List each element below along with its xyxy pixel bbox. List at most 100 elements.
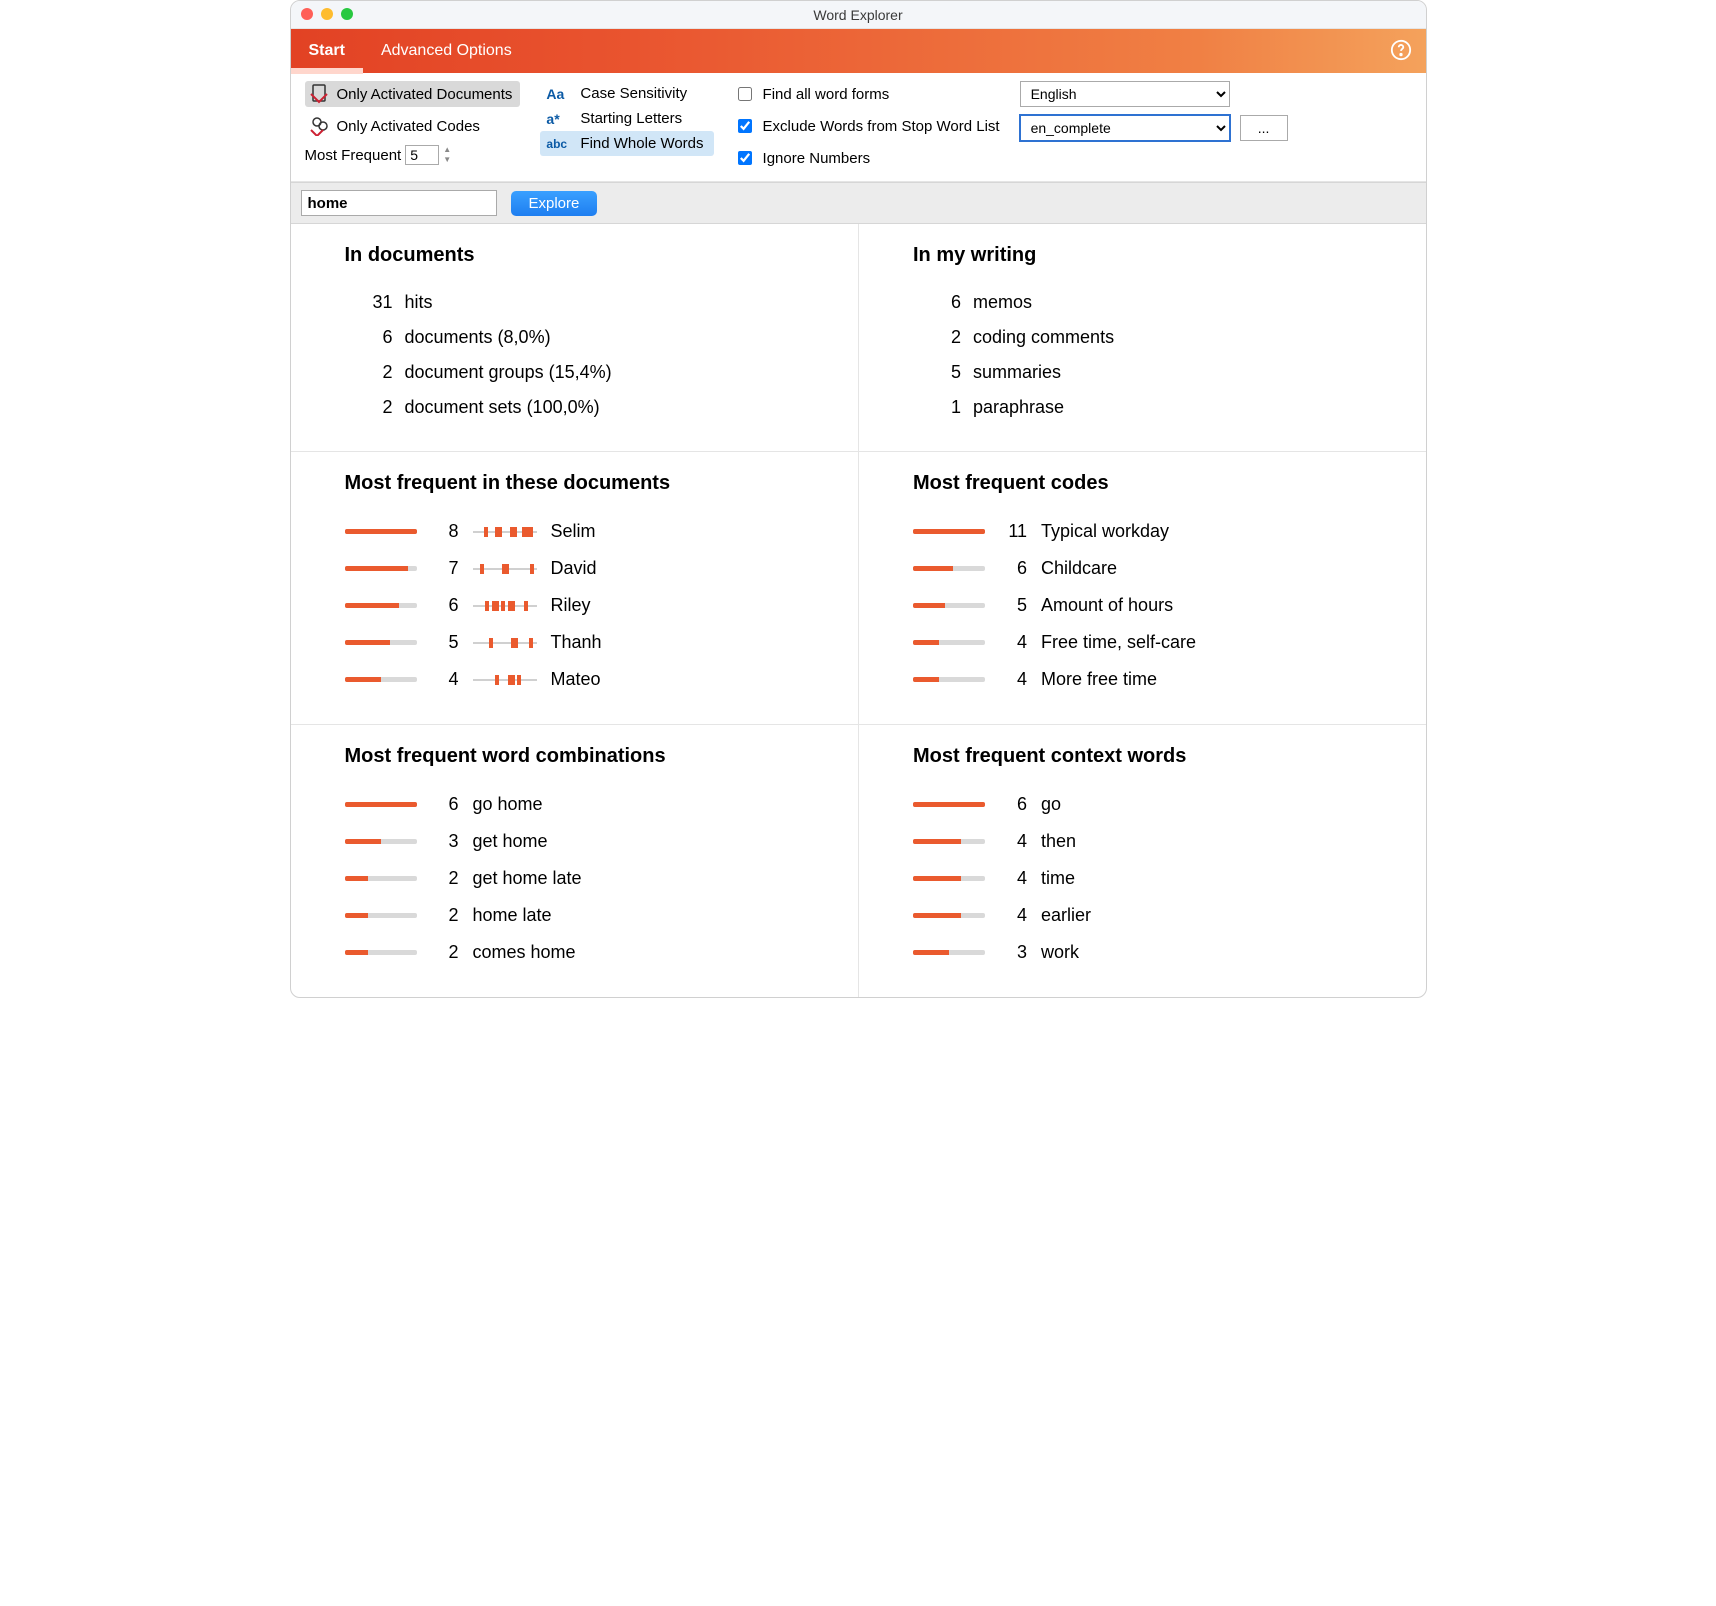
panel-title: Most frequent codes: [913, 472, 1396, 495]
distribution-spark: [473, 636, 537, 650]
stat-count: 2: [925, 327, 961, 348]
check-label: Find all word forms: [763, 86, 890, 103]
stat-line[interactable]: 1paraphrase: [913, 390, 1396, 425]
bar-line[interactable]: 2 home late: [345, 897, 829, 934]
results-grid: In documents 31hits6documents (8,0%)2doc…: [291, 224, 1426, 997]
search-input[interactable]: [301, 190, 497, 216]
language-select[interactable]: English: [1020, 81, 1230, 107]
bar-count: 5: [431, 632, 459, 653]
bar-line[interactable]: 4then: [913, 823, 1396, 860]
frequency-bar: [345, 603, 417, 608]
toggle-label: Only Activated Codes: [337, 118, 480, 135]
frequency-bar: [913, 839, 985, 844]
check-label: Exclude Words from Stop Word List: [763, 118, 1000, 135]
only-activated-codes-toggle[interactable]: Only Activated Codes: [305, 113, 521, 139]
bar-label: comes home: [473, 942, 576, 963]
app-window: Word Explorer Start Advanced Options Onl…: [290, 0, 1427, 998]
bar-label: Thanh: [551, 632, 602, 653]
search-bar: Explore: [291, 182, 1426, 224]
stat-count: 1: [925, 397, 961, 418]
bar-label: Mateo: [551, 669, 601, 690]
stat-line[interactable]: 5summaries: [913, 355, 1396, 390]
bar-line[interactable]: 11Typical workday: [913, 513, 1396, 550]
bar-line[interactable]: 8 Selim: [345, 513, 829, 550]
panel-title: Most frequent word combinations: [345, 745, 829, 768]
mode-case-sensitivity[interactable]: Aa Case Sensitivity: [540, 81, 713, 106]
stat-line[interactable]: 6memos: [913, 285, 1396, 320]
tab-start[interactable]: Start: [291, 29, 363, 73]
bar-count: 7: [431, 558, 459, 579]
bar-line[interactable]: 5Amount of hours: [913, 587, 1396, 624]
stoplist-select[interactable]: en_complete: [1020, 115, 1230, 141]
find-all-word-forms-check[interactable]: Find all word forms: [734, 81, 1000, 107]
bar-line[interactable]: 6go: [913, 786, 1396, 823]
frequency-bar: [345, 839, 417, 844]
most-frequent-stepper[interactable]: ▲ ▼: [443, 146, 451, 164]
most-frequent-label: Most Frequent: [305, 147, 402, 164]
bar-line[interactable]: 4More free time: [913, 661, 1396, 698]
bar-line[interactable]: 6Riley: [345, 587, 829, 624]
mode-find-whole-words[interactable]: abc Find Whole Words: [540, 131, 713, 156]
bar-label: earlier: [1041, 905, 1091, 926]
close-window-button[interactable]: [301, 8, 313, 20]
checkbox[interactable]: [738, 119, 752, 133]
bar-count: 2: [431, 868, 459, 889]
bar-line[interactable]: 6go home: [345, 786, 829, 823]
bar-count: 6: [431, 794, 459, 815]
frequency-bar: [913, 529, 985, 534]
bar-line[interactable]: 2get home late: [345, 860, 829, 897]
bar-label: Childcare: [1041, 558, 1117, 579]
stat-count: 2: [357, 397, 393, 418]
bar-line[interactable]: 4Free time, self-care: [913, 624, 1396, 661]
bar-line[interactable]: 5 Thanh: [345, 624, 829, 661]
bar-label: Selim: [551, 521, 596, 542]
bar-line[interactable]: 6 Childcare: [913, 550, 1396, 587]
checkbox[interactable]: [738, 87, 752, 101]
stat-line[interactable]: 2document groups (15,4%): [345, 355, 829, 390]
mode-column: Aa Case Sensitivity a* Starting Letters …: [540, 81, 713, 156]
bar-line[interactable]: 4 Mateo: [345, 661, 829, 698]
case-sensitivity-icon: Aa: [546, 86, 572, 102]
tab-advanced-options[interactable]: Advanced Options: [363, 29, 530, 73]
window-title: Word Explorer: [291, 1, 1426, 29]
stat-line[interactable]: 2document sets (100,0%): [345, 390, 829, 425]
stoplist-more-button[interactable]: ...: [1240, 115, 1288, 141]
most-frequent-input[interactable]: [405, 145, 439, 165]
ignore-numbers-check[interactable]: Ignore Numbers: [734, 145, 1000, 171]
bar-count: 4: [999, 669, 1027, 690]
check-label: Ignore Numbers: [763, 150, 871, 167]
explore-button[interactable]: Explore: [511, 191, 598, 216]
ribbon: Start Advanced Options: [291, 29, 1426, 73]
minimize-window-button[interactable]: [321, 8, 333, 20]
bar-line[interactable]: 3work: [913, 934, 1396, 971]
bar-line[interactable]: 4time: [913, 860, 1396, 897]
bar-label: get home: [473, 831, 548, 852]
bar-label: David: [551, 558, 597, 579]
help-icon[interactable]: [1390, 39, 1412, 61]
mode-starting-letters[interactable]: a* Starting Letters: [540, 106, 713, 131]
panel-most-frequent-context: Most frequent context words 6go4then4tim…: [858, 725, 1426, 997]
stat-line[interactable]: 6documents (8,0%): [345, 320, 829, 355]
bar-line[interactable]: 2comes home: [345, 934, 829, 971]
bar-label: home late: [473, 905, 552, 926]
tab-label: Advanced Options: [381, 42, 512, 60]
only-activated-documents-toggle[interactable]: Only Activated Documents: [305, 81, 521, 107]
bar-count: 8: [431, 521, 459, 542]
bar-label: go: [1041, 794, 1061, 815]
checkbox[interactable]: [738, 151, 752, 165]
bar-count: 4: [431, 669, 459, 690]
frequency-bar: [913, 876, 985, 881]
panel-most-frequent-combos: Most frequent word combinations 6go home…: [291, 725, 859, 997]
bar-count: 6: [999, 558, 1027, 579]
stat-line[interactable]: 31hits: [345, 285, 829, 320]
distribution-spark: [473, 562, 537, 576]
frequency-bar: [345, 677, 417, 682]
stat-line[interactable]: 2coding comments: [913, 320, 1396, 355]
bar-line[interactable]: 7 David: [345, 550, 829, 587]
bar-line[interactable]: 3get home: [345, 823, 829, 860]
bar-count: 2: [431, 905, 459, 926]
zoom-window-button[interactable]: [341, 8, 353, 20]
exclude-stop-list-check[interactable]: Exclude Words from Stop Word List: [734, 113, 1000, 139]
bar-count: 4: [999, 632, 1027, 653]
bar-line[interactable]: 4earlier: [913, 897, 1396, 934]
